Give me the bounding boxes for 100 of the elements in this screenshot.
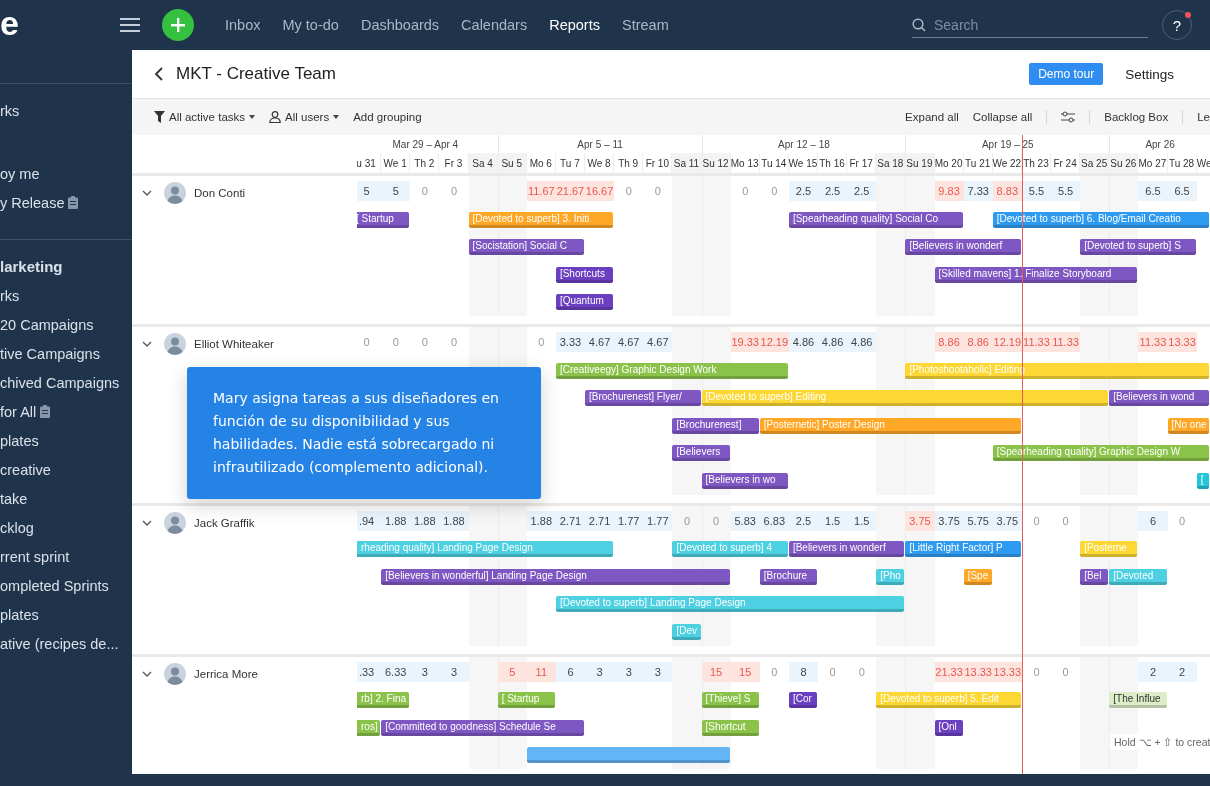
day-label: We 22: [992, 153, 1022, 173]
hours-cell: 13.33: [992, 661, 1022, 682]
task-bar[interactable]: [Socistation] Social C: [468, 239, 584, 256]
backlog-box-button[interactable]: Backlog Box: [1104, 111, 1169, 123]
task-bar[interactable]: [Brochurenest]: [672, 417, 759, 434]
avatar-icon: [164, 511, 186, 534]
nav-tab[interactable]: Reports: [538, 17, 611, 33]
hours-cell-text: 0: [449, 184, 458, 199]
sidebar-heading[interactable]: larketing: [0, 252, 63, 281]
task-bar[interactable]: [Onl: [934, 719, 963, 736]
hours-cell: 11.33: [1138, 332, 1168, 352]
sidebar-item[interactable]: oy me: [0, 159, 40, 188]
sidebar-item[interactable]: 20 Campaigns: [0, 310, 94, 339]
sidebar-item[interactable]: chived Campaigns: [0, 368, 120, 397]
hours-cell: 4.67: [614, 332, 644, 352]
logo[interactable]: e: [0, 6, 120, 40]
task-bar[interactable]: [Little Right Factor] P: [905, 541, 1021, 558]
toolbar-button[interactable]: Le: [1197, 111, 1210, 123]
task-filter[interactable]: All active tasks: [154, 111, 256, 123]
task-bar[interactable]: [Spearheading quality] Social Co: [788, 211, 963, 228]
person-name: Don Conti: [194, 187, 246, 199]
chevron-icon[interactable]: [142, 518, 152, 527]
hours-cell: 2.5: [788, 181, 818, 201]
caret-icon: [333, 115, 340, 119]
hours-cell: 8: [788, 661, 818, 682]
hours-cell: 21.67: [555, 181, 585, 201]
day-label: Su 19: [905, 153, 935, 173]
task-bar[interactable]: [ Startup: [357, 211, 410, 228]
search-field[interactable]: Search: [912, 12, 1148, 38]
hours-cell: 11.33: [1051, 332, 1081, 352]
nav-tab[interactable]: Dashboards: [349, 17, 451, 33]
task-bar[interactable]: [Devoted to superb] S: [1080, 239, 1196, 256]
hours-cell: 5.75: [963, 510, 993, 531]
expand-all-button[interactable]: Expand all: [905, 111, 959, 123]
sidebar-item[interactable]: rrent sprint: [0, 542, 70, 571]
hours-cell: 8.86: [934, 332, 964, 352]
task-bar[interactable]: [Cor: [788, 692, 817, 709]
sidebar-item[interactable]: ompleted Sprints: [0, 571, 109, 600]
chevron-icon[interactable]: [142, 340, 152, 348]
hours-cell: 6: [1138, 510, 1168, 531]
task-bar[interactable]: [Believers in wonderf: [788, 541, 905, 558]
sidebar-item[interactable]: y Release: [0, 194, 65, 211]
hours-cell: 6.33: [381, 661, 411, 682]
day-label: Mo 13: [730, 153, 760, 173]
hours-cell: 1.77: [614, 510, 644, 531]
task-bar[interactable]: [Believers in wonderful] Landing Page Design: [381, 568, 730, 585]
sidebar-item[interactable]: plates: [0, 600, 39, 629]
sidebar-item[interactable]: rks: [0, 96, 20, 125]
hours-cell-text: 0: [857, 664, 866, 680]
sidebar-item[interactable]: creative: [0, 455, 51, 484]
task-bar[interactable]: [Brochure: [759, 568, 817, 585]
day-label: Su 26: [1109, 153, 1139, 173]
settings-link[interactable]: Settings: [1125, 66, 1174, 82]
sidebar-item[interactable]: cklog: [0, 513, 34, 542]
chevron-icon[interactable]: [142, 669, 152, 678]
menu-icon[interactable]: [120, 17, 140, 33]
sidebar-item[interactable]: ative (recipes de...: [0, 629, 119, 658]
sidebar-item[interactable]: take: [0, 484, 28, 513]
task-bar[interactable]: [Believers in wond: [1109, 390, 1209, 407]
hours-cell-text: 0: [391, 335, 400, 350]
hours-cell: 6.5: [1167, 181, 1197, 201]
hours-cell-text: 0: [362, 335, 371, 350]
sidebar-item[interactable]: rks: [0, 281, 20, 310]
task-bar[interactable]: [The Influe: [1109, 692, 1167, 709]
sidebar-item[interactable]: for All: [0, 403, 37, 420]
task-bar[interactable]: [Shortcuts: [555, 266, 614, 283]
hours-cell: 3.33: [555, 332, 585, 352]
hours-cell: 5: [357, 181, 382, 201]
user-filter[interactable]: All users: [269, 111, 340, 123]
hours-cell: 19.33: [730, 332, 760, 352]
task-bar[interactable]: [Skilled mavens] 1. Finalize Storyboard: [934, 266, 1138, 283]
add-button[interactable]: [162, 9, 194, 41]
day-label: Sa 25: [1080, 153, 1110, 173]
hours-cell-text: 0: [1061, 664, 1070, 680]
sliders-icon[interactable]: [1061, 111, 1076, 123]
task-bar[interactable]: [Believers in wonderf: [905, 239, 1021, 256]
sidebar-item[interactable]: tive Campaigns: [0, 339, 100, 368]
back-icon[interactable]: [154, 67, 164, 81]
day-label: Th 16: [818, 153, 848, 173]
week-label: Apr 12 – 18: [778, 138, 830, 150]
add-grouping-button[interactable]: Add grouping: [353, 111, 422, 123]
task-bar[interactable]: [Brochurenest] Flyer/: [585, 390, 701, 407]
sidebar-item[interactable]: plates: [0, 426, 39, 455]
day-label: Mo 27: [1138, 153, 1168, 173]
avatar-icon: [164, 182, 186, 204]
nav-tab[interactable]: Inbox: [214, 17, 272, 33]
task-bar[interactable]: [Committed to goodness] Schedule Se: [381, 719, 584, 736]
nav-tab[interactable]: Calendars: [450, 17, 539, 33]
task-bar[interactable]: [Believers: [672, 445, 730, 462]
demo-tour-button[interactable]: Demo tour: [1029, 63, 1104, 85]
nav-tab[interactable]: My to-do: [271, 17, 350, 33]
task-bar[interactable]: [526, 747, 730, 764]
day-label: Fr 24: [1051, 153, 1081, 173]
task-bar[interactable]: [Quantum: [555, 294, 614, 311]
nav-tab[interactable]: Stream: [610, 17, 680, 33]
chevron-icon[interactable]: [142, 189, 152, 197]
task-bar[interactable]: [Believers in wo: [701, 472, 788, 489]
hours-cell: 6: [555, 661, 585, 682]
collapse-all-button[interactable]: Collapse all: [972, 111, 1033, 123]
search-icon: [912, 18, 926, 32]
